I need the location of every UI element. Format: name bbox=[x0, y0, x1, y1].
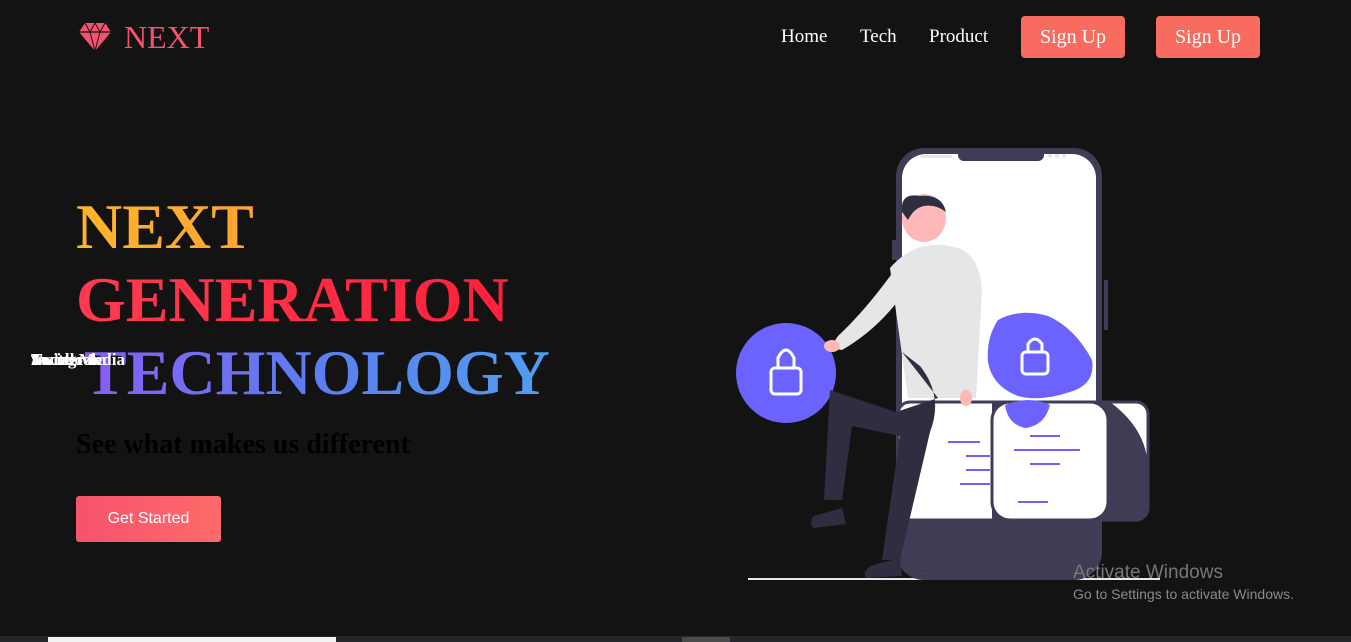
social-link-media[interactable]: Social Media bbox=[31, 350, 125, 370]
bottom-scroll-strip bbox=[0, 636, 1351, 642]
logo[interactable]: NEXT bbox=[78, 20, 209, 54]
signup-button-2[interactable]: Sign Up bbox=[1156, 16, 1260, 58]
watermark-title: Activate Windows bbox=[1073, 562, 1223, 583]
nav-product[interactable]: Product bbox=[929, 26, 988, 48]
watermark-subtitle: Go to Settings to activate Windows. bbox=[1073, 586, 1294, 602]
hero-subtitle: See what makes us different bbox=[76, 429, 410, 460]
signup-button[interactable]: Sign Up bbox=[1021, 16, 1125, 58]
windows-activation-watermark: Activate Windows Go to Settings to activ… bbox=[1073, 562, 1294, 604]
security-phone-illustration bbox=[736, 148, 1160, 580]
bottom-strip-segment bbox=[48, 637, 336, 642]
brand-name: NEXT bbox=[124, 19, 210, 55]
nav-tech[interactable]: Tech bbox=[860, 26, 897, 48]
hero-title-line-2: GENERATION bbox=[76, 263, 550, 336]
get-started-button[interactable]: Get Started bbox=[76, 496, 221, 542]
nav-home[interactable]: Home bbox=[781, 26, 827, 48]
hero-title: NEXT GENERATION TECHNOLOGY bbox=[76, 190, 550, 409]
bottom-strip-segment-2 bbox=[682, 637, 730, 642]
hero-title-line-1: NEXT bbox=[76, 190, 550, 263]
hero-title-line-3: TECHNOLOGY bbox=[76, 336, 550, 409]
navbar: NEXT Home Tech Product Sign Up Sign Up bbox=[0, 0, 1351, 80]
diamond-icon bbox=[79, 22, 111, 52]
